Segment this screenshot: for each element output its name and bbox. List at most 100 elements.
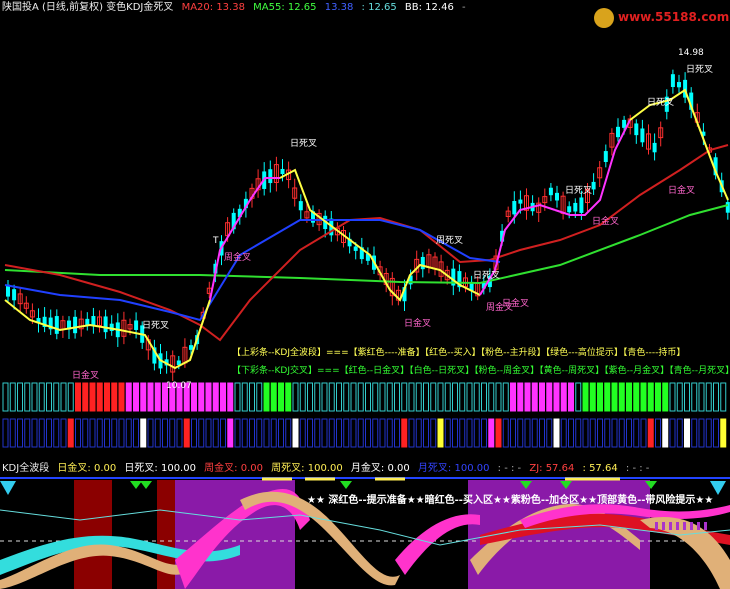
kdj-wave-bar [198, 382, 205, 412]
kdj-cross-bar [655, 418, 661, 448]
candle-body [298, 201, 303, 211]
candle-body [353, 246, 358, 251]
candle-body [189, 345, 193, 350]
candle-body [518, 199, 523, 204]
kdj-wave-bar [481, 382, 487, 412]
placeholder-value: : - : - [497, 463, 522, 474]
kdj-cross-bar [647, 418, 654, 448]
candle-body [652, 142, 657, 153]
kdj-cross-bar [147, 418, 154, 448]
kdj-cross-bar [212, 418, 219, 448]
value2-label: : 12.65 [361, 2, 397, 13]
kdj-cross-bar [713, 418, 719, 448]
kdj-cross-bar [321, 418, 328, 448]
indicator-name: KDJ全波段 [2, 463, 50, 474]
kdj-cross-bar [560, 418, 567, 448]
kdj-wave-bar [698, 382, 705, 412]
candle-body [54, 316, 59, 334]
signal-label: T [213, 236, 219, 246]
candle-body [616, 126, 620, 138]
kdj-cross-bar [691, 418, 698, 448]
candle-body [420, 256, 425, 270]
kdj-cross-bar [343, 418, 350, 448]
kdj-wave-bar [394, 382, 400, 412]
kdj-wave-bar [118, 382, 125, 412]
signal-label: 日死叉 [290, 139, 318, 149]
candle-body [622, 119, 627, 128]
kdj-cross-bar [546, 418, 553, 448]
kdj-wave-bar [531, 382, 538, 412]
kdj-wave-bar [75, 382, 81, 412]
kdj-cross-bar [357, 418, 364, 448]
kdj-wave-bar [611, 382, 618, 412]
signal-label: 日金叉 [502, 299, 530, 309]
small-bar [669, 522, 672, 530]
signal-label: 周死叉 [436, 236, 464, 246]
kdj-cross-bar [372, 418, 379, 448]
small-bar [683, 522, 686, 530]
bb-label: BB: 12.46 [404, 2, 454, 13]
kdj-wave-bar [705, 382, 712, 412]
kdj-cross-bar [292, 418, 299, 448]
candle-body [555, 192, 559, 201]
zj-value: ZJ: 57.64 [529, 463, 575, 474]
kdj-wave-bar [67, 382, 74, 412]
kdj-cross-bar [60, 418, 67, 448]
kdj-cross-bar [154, 418, 161, 448]
legend-lower: 【下彩条--KDJ交叉】===【红色--日金叉】【白色--日死叉】【粉色--周金… [232, 366, 730, 376]
dark-red-zone [74, 480, 112, 589]
candle-body [670, 74, 675, 88]
kdj-wave-bar [38, 382, 45, 412]
kdj-wave-bar [691, 382, 698, 412]
kdj-cross-bar [336, 418, 342, 448]
signal-label: 日金叉 [72, 371, 100, 381]
kdj-cross-bar [299, 418, 306, 448]
kdj-cross-bar [183, 418, 190, 448]
kdj-wave-bar [386, 382, 393, 412]
kdj-cross-bar [640, 418, 647, 448]
candle-body [512, 201, 517, 215]
kdj-cross-bar [205, 418, 212, 448]
kdj-wave-bar [568, 382, 574, 412]
signal-label: 日死叉 [647, 98, 675, 108]
kdj-wave-bar [517, 382, 524, 412]
bottom-info-bar: KDJ全波段 日金叉: 0.00 日死叉: 100.00 周金叉: 0.00 周… [2, 462, 654, 476]
kdj-cross-bar [539, 418, 545, 448]
candle-body [280, 168, 285, 175]
kdj-wave-bar [626, 382, 632, 412]
kdj-wave-bar [459, 382, 466, 412]
kdj-wave-bar [336, 382, 342, 412]
candle-body [12, 289, 17, 301]
kdj-wave-bar [46, 382, 52, 412]
kdj-cross-bar [386, 418, 393, 448]
kdj-wave-bar [423, 382, 429, 412]
signal-label: 日死叉 [473, 271, 501, 281]
kdj-wave-bar [205, 382, 212, 412]
kdj-wave-bar [510, 382, 516, 412]
cyan-triangle [0, 481, 16, 495]
kdj-cross-bar [394, 418, 400, 448]
kdj-cross-bar [263, 418, 270, 448]
signal-label: 周金叉 [224, 253, 252, 263]
kdj-wave-bar [669, 382, 676, 412]
signal-label: 日死叉 [565, 186, 593, 196]
kdj-wave-bar [357, 382, 364, 412]
kdj-cross-bar [104, 418, 110, 448]
kdj-wave-bar [546, 382, 553, 412]
kdj-cross-bar [53, 418, 60, 448]
kdj-wave-bar [133, 382, 139, 412]
kdj-cross-bar [669, 418, 676, 448]
kdj-cross-bar [597, 418, 603, 448]
kdj-cross-bar [582, 418, 589, 448]
kdj-cross-bar [517, 418, 524, 448]
kdj-cross-bar [220, 418, 226, 448]
kdj-cross-bar [531, 418, 538, 448]
kdj-cross-bar [589, 418, 596, 448]
kdj-cross-bar [430, 418, 437, 448]
placeholder-value-2: : - : - [625, 463, 650, 474]
kdj-wave-bar [147, 382, 154, 412]
candle-body [134, 320, 139, 330]
kdj-wave-bar [502, 382, 509, 412]
kdj-wave-bar [31, 382, 38, 412]
kdj-cross-bar [444, 418, 451, 448]
